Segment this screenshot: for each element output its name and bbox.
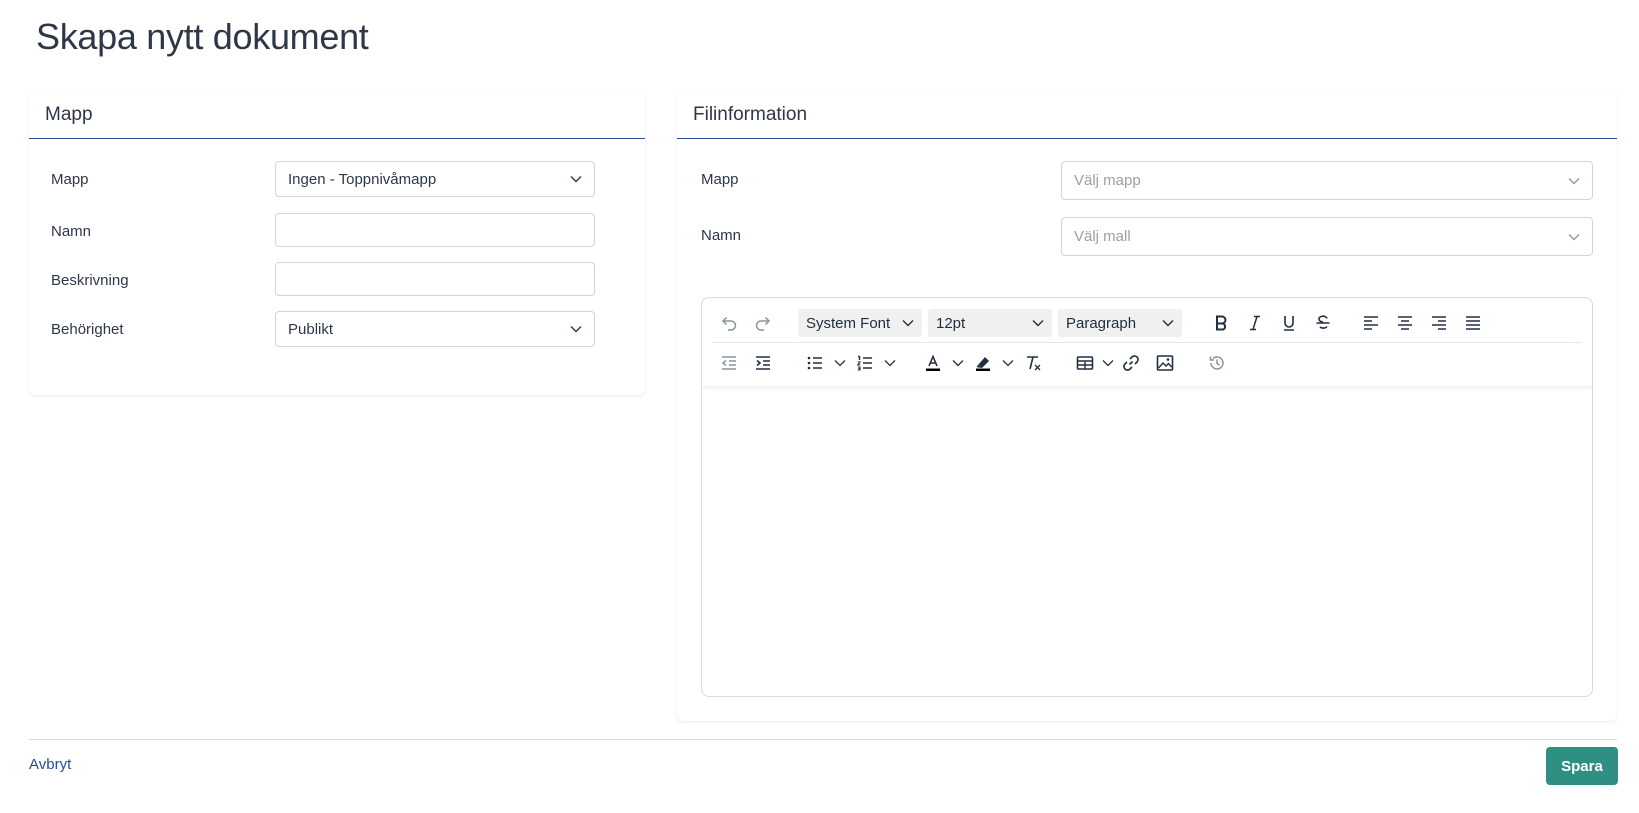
block-format-select[interactable]: Paragraph	[1058, 309, 1182, 337]
italic-icon[interactable]	[1238, 308, 1272, 338]
folder-select-value: Ingen - Toppnivåmapp	[288, 170, 437, 188]
chevron-down-icon	[1032, 320, 1044, 327]
file-info-card-header: Filinformation	[677, 91, 1617, 139]
name-input[interactable]	[275, 213, 595, 247]
editor-content-area[interactable]	[702, 386, 1592, 696]
font-size-value: 12pt	[936, 314, 966, 332]
undo-icon[interactable]	[712, 308, 746, 338]
text-color-icon[interactable]	[916, 348, 950, 378]
file-folder-select[interactable]: Välj mapp	[1061, 161, 1593, 200]
redo-icon[interactable]	[746, 308, 780, 338]
bullet-list-icon[interactable]	[798, 348, 832, 378]
block-format-value: Paragraph	[1066, 314, 1137, 332]
description-input[interactable]	[275, 262, 595, 296]
align-left-icon[interactable]	[1354, 308, 1388, 338]
history-icon[interactable]	[1200, 348, 1234, 378]
font-family-select[interactable]: System Font	[798, 309, 922, 337]
numbered-list-split-button[interactable]	[848, 348, 898, 378]
highlighter-icon[interactable]	[966, 348, 1000, 378]
folder-select[interactable]: Ingen - Toppnivåmapp	[275, 161, 595, 197]
bullet-list-split-button[interactable]	[798, 348, 848, 378]
save-button[interactable]: Spara	[1546, 747, 1618, 785]
name-label: Namn	[51, 223, 92, 240]
toolbar-row-primary: System Font 12pt Paragraph	[712, 304, 1582, 343]
chevron-down-icon	[1568, 233, 1580, 240]
file-info-card: Filinformation Mapp Välj mapp Namn Välj …	[677, 91, 1617, 721]
chevron-down-icon[interactable]	[950, 348, 966, 378]
toolbar-row-secondary	[712, 343, 1582, 382]
font-family-value: System Font	[806, 314, 891, 332]
folder-label: Mapp	[51, 171, 89, 188]
align-right-icon[interactable]	[1422, 308, 1456, 338]
link-icon[interactable]	[1114, 348, 1148, 378]
permission-label: Behörighet	[51, 321, 124, 338]
clear-formatting-icon[interactable]	[1016, 348, 1050, 378]
template-select[interactable]: Välj mall	[1061, 217, 1593, 256]
underline-icon[interactable]	[1272, 308, 1306, 338]
highlight-color-split-button[interactable]	[966, 348, 1016, 378]
image-icon[interactable]	[1148, 348, 1182, 378]
chevron-down-icon[interactable]	[882, 348, 898, 378]
page-title: Skapa nytt dokument	[36, 16, 369, 57]
numbered-list-icon[interactable]	[848, 348, 882, 378]
cancel-link[interactable]: Avbryt	[29, 756, 71, 773]
font-size-select[interactable]: 12pt	[928, 309, 1052, 337]
align-center-icon[interactable]	[1388, 308, 1422, 338]
bold-icon[interactable]	[1204, 308, 1238, 338]
strikethrough-icon[interactable]	[1306, 308, 1340, 338]
chevron-down-icon	[570, 326, 582, 333]
folder-card: Mapp Mapp Ingen - Toppnivåmapp Namn Besk…	[29, 91, 645, 395]
align-justify-icon[interactable]	[1456, 308, 1490, 338]
table-split-button[interactable]	[1068, 348, 1114, 378]
chevron-down-icon[interactable]	[1102, 348, 1114, 378]
editor-toolbar: System Font 12pt Paragraph	[702, 298, 1592, 386]
chevron-down-icon[interactable]	[1000, 348, 1016, 378]
table-icon[interactable]	[1068, 348, 1102, 378]
chevron-down-icon	[1162, 320, 1174, 327]
rich-text-editor: System Font 12pt Paragraph	[701, 297, 1593, 697]
template-label: Namn	[701, 227, 742, 244]
folder-card-header: Mapp	[29, 91, 645, 139]
description-label: Beskrivning	[51, 272, 129, 289]
template-placeholder: Välj mall	[1074, 228, 1131, 245]
chevron-down-icon	[570, 176, 582, 183]
file-folder-placeholder: Välj mapp	[1074, 172, 1141, 189]
permission-select-value: Publikt	[288, 320, 334, 338]
footer-divider	[29, 739, 1617, 740]
chevron-down-icon[interactable]	[832, 348, 848, 378]
permission-select[interactable]: Publikt	[275, 311, 595, 347]
outdent-icon[interactable]	[712, 348, 746, 378]
text-color-split-button[interactable]	[916, 348, 966, 378]
indent-icon[interactable]	[746, 348, 780, 378]
chevron-down-icon	[1568, 177, 1580, 184]
chevron-down-icon	[902, 320, 914, 327]
file-folder-label: Mapp	[701, 171, 739, 188]
